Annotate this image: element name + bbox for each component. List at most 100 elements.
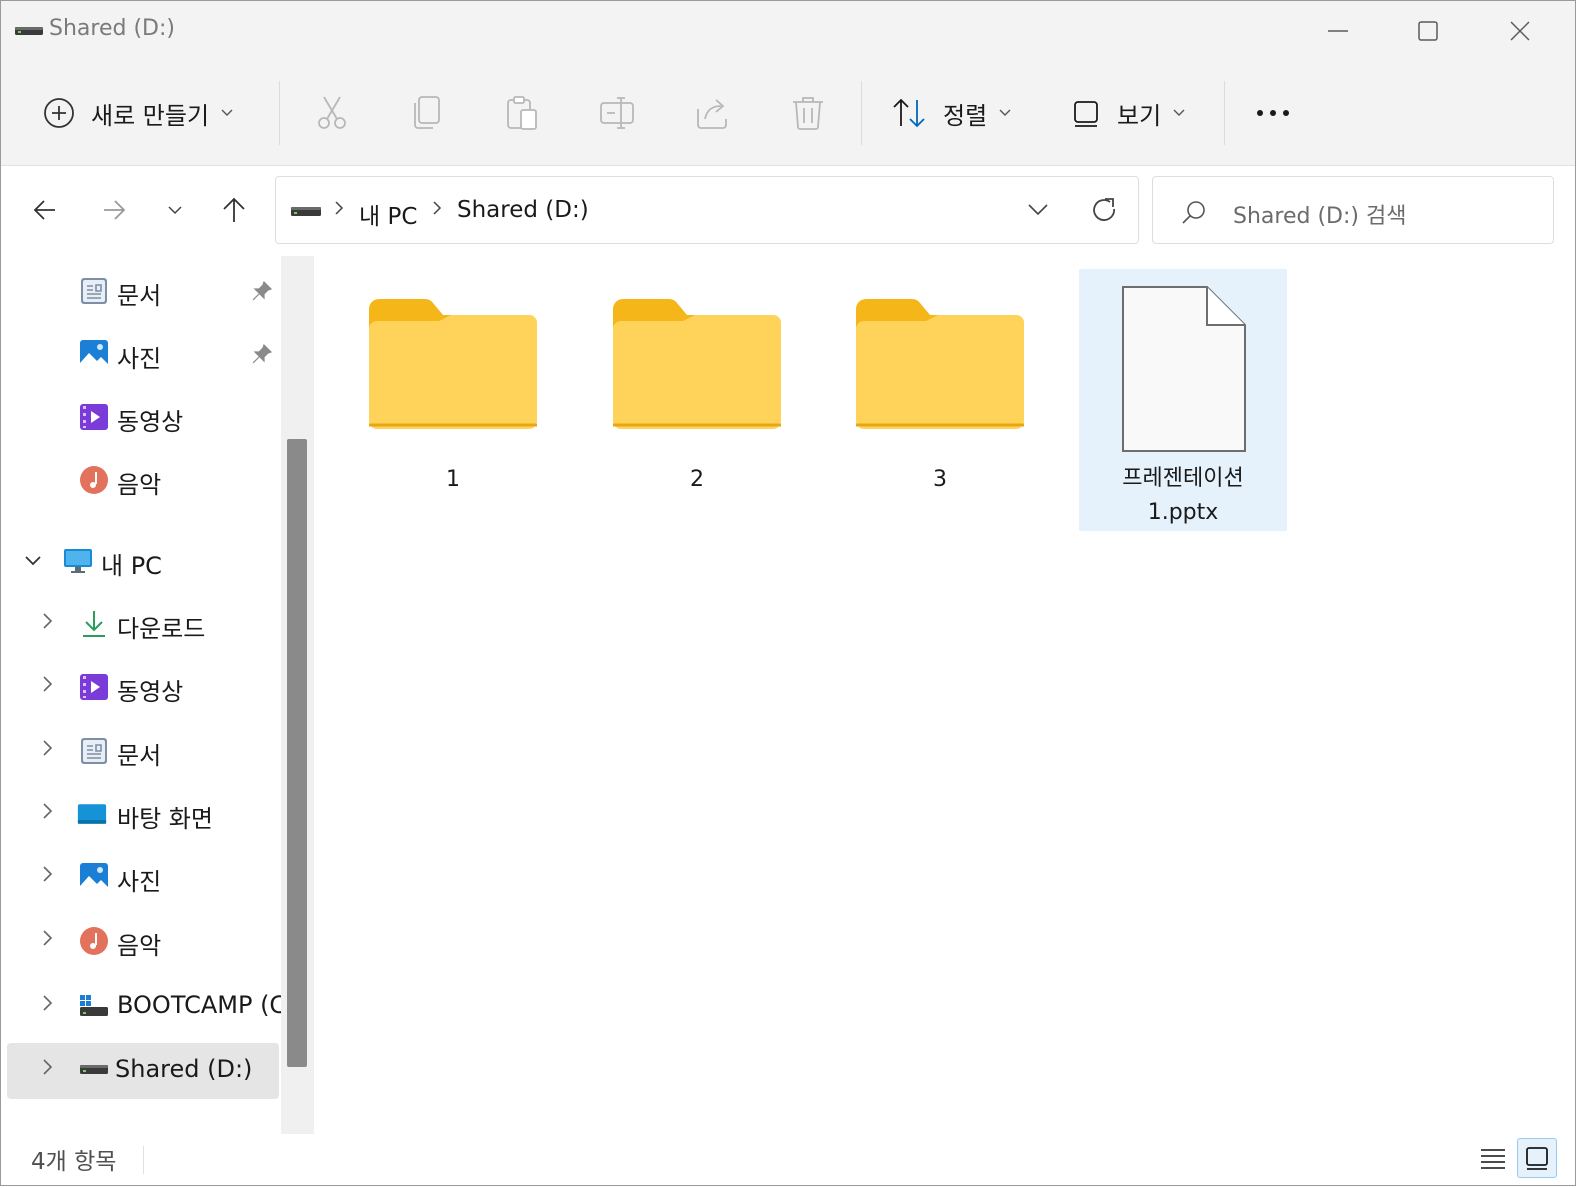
sidebar-item-bootcamp[interactable]: BOOTCAMP (C: bbox=[1, 979, 282, 1035]
new-button-label: 새로 만들기 bbox=[91, 101, 210, 130]
desktop-icon bbox=[77, 804, 107, 824]
paste-button[interactable] bbox=[505, 87, 539, 139]
view-button[interactable]: 보기 bbox=[1071, 87, 1185, 139]
sidebar-item-label: 음악 bbox=[117, 932, 162, 960]
sidebar-item-label: 문서 bbox=[117, 742, 162, 770]
folder-item[interactable]: 2 bbox=[593, 269, 801, 531]
sidebar-item-label: Shared (D:) bbox=[115, 1055, 253, 1083]
chevron-down-icon[interactable] bbox=[25, 556, 41, 566]
sort-button-label: 정렬 bbox=[943, 101, 988, 130]
sidebar-item-this-pc[interactable]: 내 PC bbox=[1, 534, 282, 590]
chevron-right-icon[interactable] bbox=[43, 676, 53, 692]
blank-file-icon bbox=[1122, 286, 1246, 452]
rename-button[interactable] bbox=[599, 87, 635, 139]
forward-button[interactable] bbox=[94, 190, 134, 230]
breadcrumb-shared[interactable]: Shared (D:) bbox=[457, 197, 589, 223]
pin-icon bbox=[252, 343, 273, 364]
chevron-right-icon bbox=[433, 201, 442, 215]
download-icon bbox=[83, 611, 105, 637]
chevron-right-icon[interactable] bbox=[43, 930, 53, 946]
item-name: 3 bbox=[933, 467, 947, 492]
sidebar-item-label: 사진 bbox=[117, 345, 162, 373]
ellipsis-icon bbox=[1257, 110, 1289, 116]
documents-icon bbox=[81, 278, 107, 304]
refresh-icon[interactable] bbox=[1092, 197, 1118, 223]
folder-icon bbox=[856, 299, 1024, 429]
videos-icon bbox=[80, 404, 108, 430]
sidebar-item-pictures-quick[interactable]: 사진 bbox=[1, 327, 282, 383]
toolbar-divider bbox=[1224, 81, 1225, 145]
sidebar-item-pictures[interactable]: 사진 bbox=[1, 850, 282, 906]
minimize-button[interactable] bbox=[1315, 11, 1361, 51]
close-button[interactable] bbox=[1497, 11, 1543, 51]
tiles-view-icon bbox=[1526, 1147, 1548, 1170]
copy-icon bbox=[414, 96, 440, 129]
folder-item[interactable]: 3 bbox=[836, 269, 1044, 531]
sidebar-item-music-quick[interactable]: 음악 bbox=[1, 453, 282, 509]
chevron-right-icon[interactable] bbox=[43, 995, 53, 1011]
sidebar-item-label: 사진 bbox=[117, 868, 162, 896]
toolbar-divider bbox=[279, 81, 280, 145]
breadcrumb-pc[interactable]: 내 PC bbox=[359, 197, 417, 231]
folder-icon bbox=[369, 299, 537, 429]
details-view-button[interactable] bbox=[1473, 1138, 1513, 1178]
sidebar-item-label: 바탕 화면 bbox=[117, 805, 213, 833]
sidebar-item-desktop[interactable]: 바탕 화면 bbox=[1, 787, 282, 843]
chevron-down-icon[interactable] bbox=[1028, 204, 1048, 216]
sidebar-item-documents-quick[interactable]: 문서 bbox=[1, 264, 282, 320]
sidebar-item-videos[interactable]: 동영상 bbox=[1, 660, 282, 716]
minimize-icon bbox=[1328, 30, 1348, 32]
chevron-right-icon[interactable] bbox=[43, 866, 53, 882]
delete-button[interactable] bbox=[791, 87, 825, 139]
back-button[interactable] bbox=[25, 190, 65, 230]
close-icon bbox=[1510, 21, 1530, 41]
chevron-right-icon[interactable] bbox=[43, 1059, 53, 1075]
maximize-button[interactable] bbox=[1405, 11, 1451, 51]
search-box[interactable]: Shared (D:) 검색 bbox=[1152, 176, 1554, 244]
chevron-right-icon[interactable] bbox=[43, 740, 53, 756]
toolbar-divider bbox=[861, 81, 862, 145]
arrow-right-icon bbox=[104, 200, 126, 220]
address-bar[interactable]: 내 PC Shared (D:) bbox=[275, 176, 1139, 244]
item-name-line2: 1.pptx bbox=[1147, 500, 1219, 525]
file-item-selected[interactable]: 프레젠테이션 1.pptx bbox=[1079, 269, 1287, 531]
recent-locations-button[interactable] bbox=[155, 190, 195, 230]
cut-button[interactable] bbox=[315, 87, 349, 139]
more-options-button[interactable] bbox=[1255, 87, 1291, 139]
rename-icon bbox=[600, 97, 634, 129]
scissors-icon bbox=[318, 96, 346, 129]
videos-icon bbox=[80, 674, 108, 700]
item-name-line1: 프레젠테이션 bbox=[1122, 466, 1244, 491]
item-name: 2 bbox=[690, 467, 704, 492]
file-list: 1 2 3 프레젠테이션 1.pptx bbox=[317, 256, 1575, 1134]
chevron-right-icon[interactable] bbox=[43, 803, 53, 819]
pin-icon bbox=[252, 280, 273, 301]
up-button[interactable] bbox=[214, 190, 254, 230]
arrow-left-icon bbox=[33, 200, 55, 220]
chevron-down-icon bbox=[999, 109, 1011, 116]
sidebar-item-shared-drive[interactable]: Shared (D:) bbox=[7, 1043, 279, 1099]
sidebar-scrollbar-thumb[interactable] bbox=[287, 439, 307, 1067]
copy-button[interactable] bbox=[411, 87, 443, 139]
sidebar-item-label: 내 PC bbox=[101, 552, 162, 580]
maximize-icon bbox=[1418, 21, 1438, 41]
sidebar-item-documents[interactable]: 문서 bbox=[1, 724, 282, 780]
window-title: Shared (D:) bbox=[49, 16, 175, 41]
sidebar-item-videos-quick[interactable]: 동영상 bbox=[1, 390, 282, 446]
chevron-down-icon bbox=[221, 109, 233, 116]
search-input[interactable]: Shared (D:) 검색 bbox=[1233, 198, 1406, 230]
sidebar-item-label: BOOTCAMP (C: bbox=[117, 991, 282, 1019]
status-divider bbox=[143, 1146, 144, 1174]
list-view-icon bbox=[1481, 1149, 1505, 1169]
sidebar-item-label: 동영상 bbox=[117, 678, 184, 706]
drive-icon bbox=[15, 27, 43, 35]
sidebar-item-music[interactable]: 음악 bbox=[1, 914, 282, 970]
sidebar-item-downloads[interactable]: 다운로드 bbox=[1, 597, 282, 653]
large-icons-view-button[interactable] bbox=[1517, 1138, 1557, 1178]
chevron-right-icon[interactable] bbox=[43, 613, 53, 629]
title-bar[interactable]: Shared (D:) bbox=[1, 1, 1575, 63]
new-button[interactable]: 새로 만들기 bbox=[43, 87, 233, 139]
folder-item[interactable]: 1 bbox=[349, 269, 557, 531]
share-button[interactable] bbox=[695, 87, 731, 139]
sort-button[interactable]: 정렬 bbox=[891, 87, 1011, 139]
